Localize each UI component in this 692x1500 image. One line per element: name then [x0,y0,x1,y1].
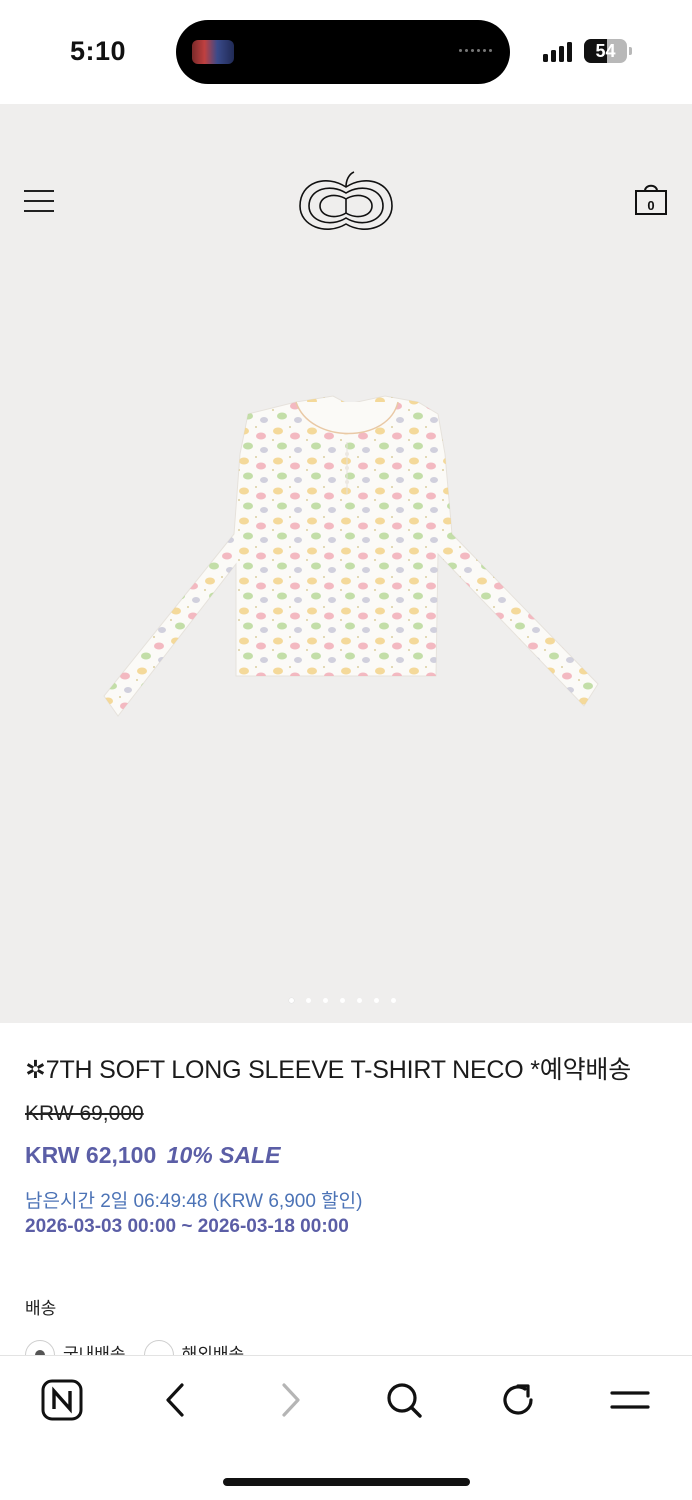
gallery-dot[interactable] [323,998,328,1003]
shipping-option-label: 해외배송 [181,1345,245,1356]
dynamic-island[interactable] [176,20,510,84]
product-image[interactable] [100,394,602,724]
gallery-dot[interactable] [340,998,345,1003]
naver-n-icon[interactable] [40,1378,84,1422]
sale-price: KRW 62,100 [25,1142,157,1168]
gallery-dot[interactable] [391,998,396,1003]
forward-arrow-glyph [282,1383,300,1417]
naver-n-glyph [41,1379,83,1421]
reload-icon[interactable] [496,1378,540,1422]
battery-icon: 54 [584,39,627,63]
status-bar: 5:10 54 [0,0,692,104]
radio-unselected-icon[interactable] [143,1340,174,1356]
cart-count: 0 [647,198,655,213]
now-playing-thumbnail [192,40,234,64]
gallery-dot[interactable] [357,998,362,1003]
product-gallery[interactable]: 0 [0,104,692,1023]
shirt-body [103,395,599,717]
reload-glyph [503,1384,533,1415]
apple-logo-icon[interactable] [296,168,396,236]
waveform-icon [459,49,492,52]
radio-selected-icon[interactable] [25,1340,55,1356]
battery-percent: 54 [595,41,616,61]
remaining-time: 남은시간 2일 06:49:48 (KRW 6,900 할인) [25,1191,363,1212]
menu-icon[interactable] [608,1378,652,1422]
sale-badge: 10% SALE [166,1142,281,1168]
cellular-signal-icon [543,40,572,62]
gallery-dot[interactable] [289,998,294,1003]
gallery-pagination[interactable] [289,998,396,1003]
shipping-option-domestic[interactable]: 국내배송 [25,1340,126,1356]
product-title: ✲7TH SOFT LONG SLEEVE T-SHIRT NECO *예약배송 [25,1056,632,1084]
search-glyph [387,1383,422,1418]
browser-toolbar [0,1355,692,1500]
menu-glyph [610,1391,650,1409]
status-time: 5:10 [70,36,127,66]
battery-cap [629,47,632,55]
forward-arrow-icon[interactable] [268,1378,312,1422]
search-icon[interactable] [382,1378,426,1422]
gallery-dot[interactable] [374,998,379,1003]
sale-period: 2026-03-03 00:00 ~ 2026-03-18 00:00 [25,1216,349,1237]
shipping-label: 배송 [25,1299,57,1318]
shipping-option-overseas[interactable]: 해외배송 [143,1340,245,1356]
original-price: KRW 69,000 [25,1102,144,1125]
hamburger-menu-icon[interactable] [24,188,56,214]
home-indicator[interactable] [223,1478,470,1486]
shipping-options: 국내배송 해외배송 [25,1340,244,1356]
shopping-bag-icon[interactable]: 0 [634,182,670,218]
gallery-dot[interactable] [306,998,311,1003]
sale-price-line: KRW 62,100 10% SALE [25,1142,280,1169]
back-arrow-glyph [166,1383,184,1417]
product-info: ✲7TH SOFT LONG SLEEVE T-SHIRT NECO *예약배송… [25,1050,675,1356]
back-arrow-icon[interactable] [154,1378,198,1422]
shipping-option-label: 국내배송 [63,1345,126,1356]
